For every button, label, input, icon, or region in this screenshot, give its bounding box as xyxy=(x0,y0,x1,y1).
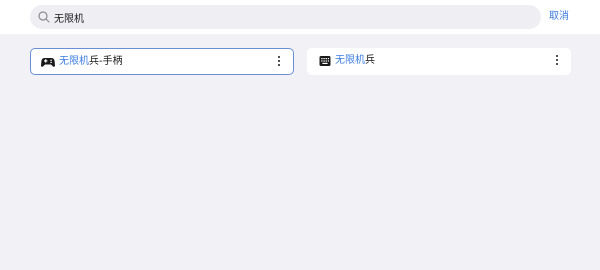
result-item-gamepad[interactable]: 无限机兵-手柄 xyxy=(30,48,294,75)
keyboard-icon xyxy=(319,56,331,66)
result-item-keyboard[interactable]: 无限机兵 xyxy=(307,48,571,75)
more-options-icon[interactable] xyxy=(554,55,560,68)
search-input[interactable] xyxy=(54,5,524,29)
search-icon xyxy=(38,11,50,23)
title-highlight: 无限机 xyxy=(59,56,89,67)
more-options-icon[interactable] xyxy=(276,56,282,69)
result-title: 无限机兵 xyxy=(335,54,375,68)
title-rest: 兵 xyxy=(365,55,375,66)
title-highlight: 无限机 xyxy=(335,55,365,66)
cancel-button[interactable]: 取消 xyxy=(549,10,569,24)
gamepad-icon xyxy=(41,58,55,67)
title-rest: 兵-手柄 xyxy=(89,56,123,67)
search-box[interactable] xyxy=(30,5,541,29)
result-title: 无限机兵-手柄 xyxy=(59,55,123,69)
search-bar: 取消 xyxy=(0,0,600,34)
